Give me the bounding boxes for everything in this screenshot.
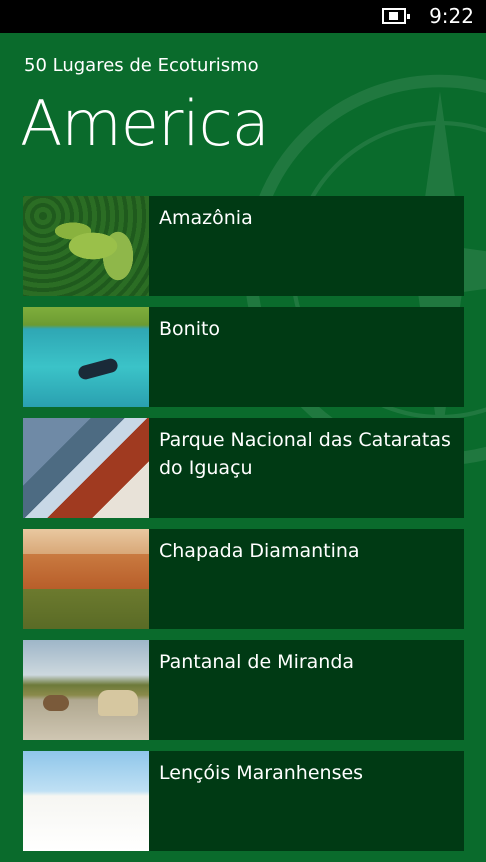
list-item-label: Pantanal de Miranda [159, 648, 452, 676]
page-title: America [20, 82, 269, 166]
list-item-lencois[interactable]: Lençóis Maranhenses [23, 751, 464, 851]
list-item-label: Chapada Diamantina [159, 537, 452, 565]
places-list: Amazônia Bonito Parque Nacional das Cata… [23, 196, 464, 862]
lencois-photo [23, 751, 149, 851]
list-item-bonito[interactable]: Bonito [23, 307, 464, 407]
status-bar: 9:22 [0, 0, 486, 33]
list-item-pantanal[interactable]: Pantanal de Miranda [23, 640, 464, 740]
list-item-iguacu[interactable]: Parque Nacional das Cataratas do Iguaçu [23, 418, 464, 518]
list-item-label: Bonito [159, 315, 452, 343]
list-item-amazonia[interactable]: Amazônia [23, 196, 464, 296]
list-item-label: Lençóis Maranhenses [159, 759, 452, 787]
list-item-label: Parque Nacional das Cataratas do Iguaçu [159, 426, 452, 482]
bonito-photo [23, 307, 149, 407]
battery-charging-icon [382, 8, 406, 24]
list-item-chapada[interactable]: Chapada Diamantina [23, 529, 464, 629]
list-item-label: Amazônia [159, 204, 452, 232]
iguacu-photo [23, 418, 149, 518]
chapada-photo [23, 529, 149, 629]
status-time: 9:22 [429, 4, 474, 28]
pantanal-photo [23, 640, 149, 740]
app-name: 50 Lugares de Ecoturismo [24, 54, 259, 78]
amazonia-photo [23, 196, 149, 296]
